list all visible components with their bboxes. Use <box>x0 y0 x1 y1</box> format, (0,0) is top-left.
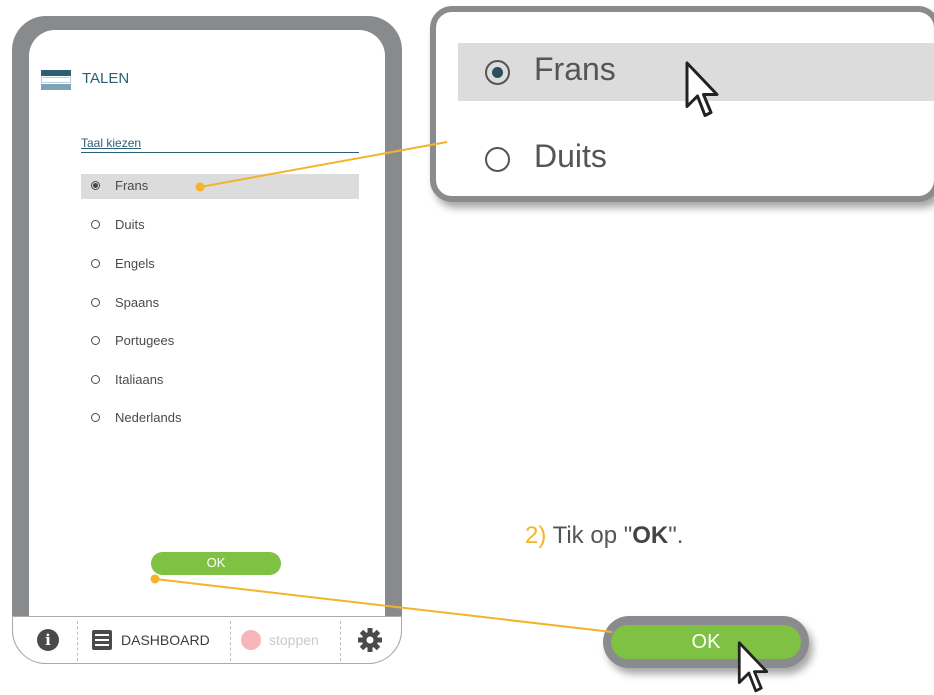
ok-button-zoom[interactable]: OK <box>611 625 801 659</box>
instruction-part: ". <box>668 522 684 549</box>
language-label: Frans <box>115 178 149 193</box>
radio-icon[interactable] <box>91 336 100 345</box>
language-option-spaans[interactable]: Spaans <box>81 291 359 316</box>
step-number: 2) <box>525 522 547 549</box>
callout-label: Duits <box>534 138 607 174</box>
language-label: Italiaans <box>115 372 164 387</box>
info-icon[interactable]: i <box>37 629 59 651</box>
radio-selected-icon[interactable] <box>485 60 510 85</box>
radio-icon[interactable] <box>91 413 100 422</box>
toolbar-divider <box>77 621 78 661</box>
callout-option-duits[interactable]: Duits <box>458 130 934 188</box>
language-label: Engels <box>115 256 155 271</box>
instruction-part: Tik op " <box>546 522 633 549</box>
stop-button[interactable]: stoppen <box>269 632 319 648</box>
languages-icon <box>41 70 71 90</box>
toolbar-divider <box>230 621 231 661</box>
dashboard-button[interactable]: DASHBOARD <box>121 632 210 648</box>
toolbar-divider <box>340 621 341 661</box>
app-screen <box>29 30 385 616</box>
page-title: TALEN <box>82 70 130 87</box>
language-option-engels[interactable]: Engels <box>81 252 359 277</box>
bottom-toolbar: i DASHBOARD stoppen <box>12 616 402 664</box>
gear-icon[interactable] <box>357 627 383 653</box>
language-option-portugees[interactable]: Portugees <box>81 329 359 354</box>
radio-icon[interactable] <box>91 259 100 268</box>
callout-label: Frans <box>534 51 616 87</box>
ok-button[interactable]: OK <box>151 552 281 575</box>
ok-button-zoom-frame: OK <box>603 616 809 668</box>
mouse-pointer-icon <box>685 61 719 117</box>
zoom-callout: Frans Duits <box>430 6 934 202</box>
radio-icon[interactable] <box>91 220 100 229</box>
radio-icon[interactable] <box>485 147 510 172</box>
instruction-bold: OK <box>632 522 669 549</box>
language-label: Spaans <box>115 295 160 310</box>
mouse-pointer-icon <box>737 641 769 693</box>
radio-icon[interactable] <box>91 375 100 384</box>
section-title: Taal kiezen <box>81 136 359 153</box>
instruction-text: 2) Tik op "OK". <box>525 522 683 550</box>
stop-record-icon[interactable] <box>241 630 261 650</box>
language-option-italiaans[interactable]: Italiaans <box>81 368 359 393</box>
language-option-frans[interactable]: Frans <box>81 174 359 199</box>
language-option-duits[interactable]: Duits <box>81 213 359 238</box>
language-option-nederlands[interactable]: Nederlands <box>81 406 359 431</box>
language-label: Portugees <box>115 333 175 348</box>
radio-selected-icon[interactable] <box>91 181 100 190</box>
list-icon[interactable] <box>91 629 113 651</box>
radio-icon[interactable] <box>91 298 100 307</box>
language-label: Nederlands <box>115 410 182 425</box>
language-label: Duits <box>115 217 145 232</box>
